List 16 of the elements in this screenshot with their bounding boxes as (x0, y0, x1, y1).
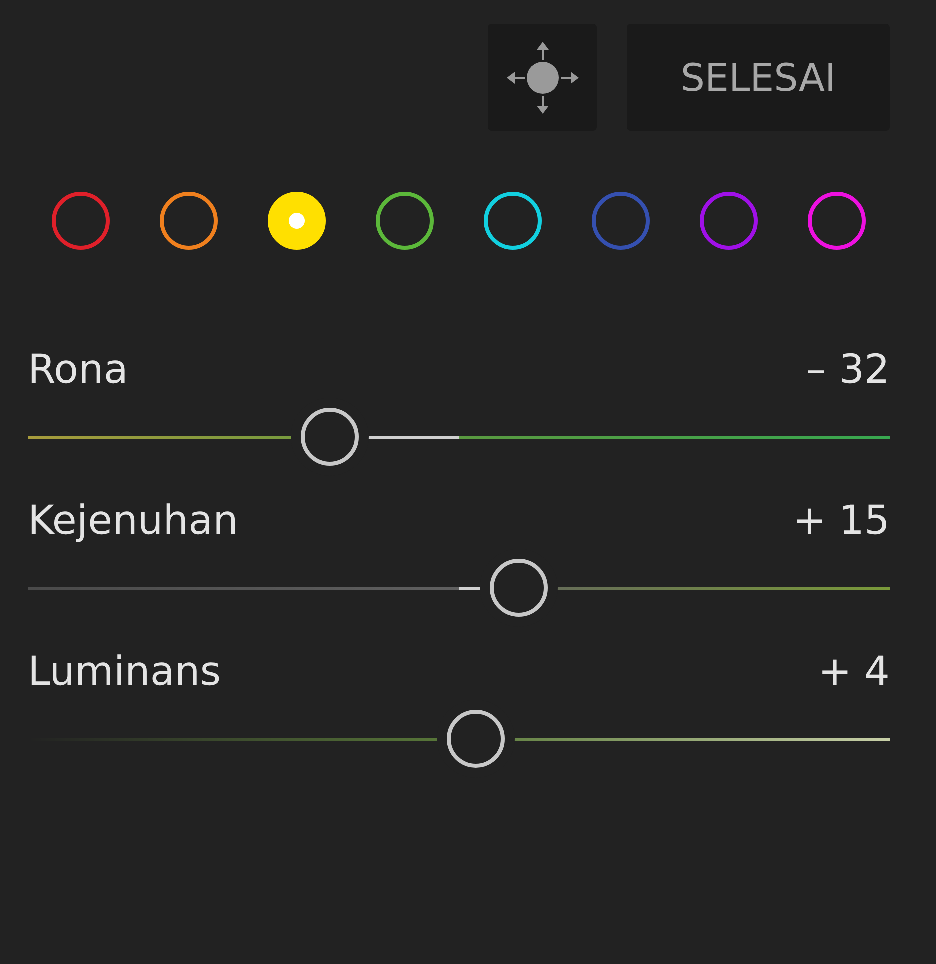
slider-label: Rona (28, 346, 128, 395)
color-swatch[interactable] (160, 192, 218, 250)
slider-label: Luminans (28, 648, 222, 697)
move-icon (504, 40, 580, 116)
color-swatch[interactable] (592, 192, 650, 250)
slider-value: + 4 (818, 648, 890, 697)
slider-label: Kejenuhan (28, 497, 238, 546)
slider-value: – 32 (806, 346, 890, 395)
slider-value: + 15 (792, 497, 890, 546)
move-button[interactable] (488, 24, 597, 131)
color-swatch[interactable] (52, 192, 110, 250)
color-swatch[interactable] (700, 192, 758, 250)
done-button[interactable]: SELESAI (627, 24, 890, 131)
color-swatch[interactable] (376, 192, 434, 250)
color-swatch[interactable] (808, 192, 866, 250)
color-swatch[interactable] (484, 192, 542, 250)
